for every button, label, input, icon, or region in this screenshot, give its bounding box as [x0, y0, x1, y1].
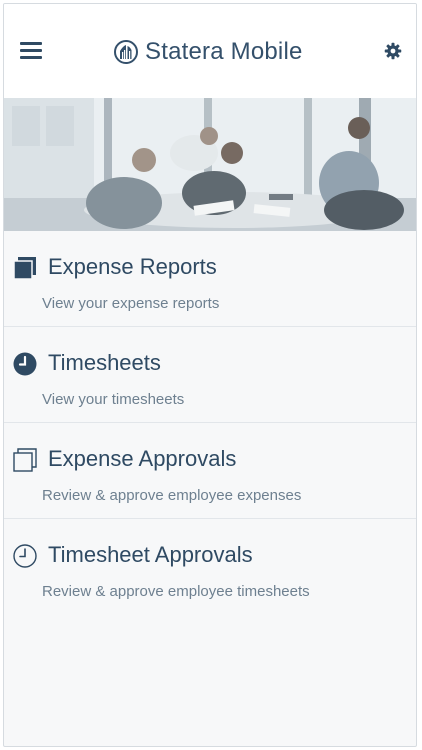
filled-clock-icon: [13, 352, 37, 376]
hamburger-menu-icon[interactable]: [20, 42, 42, 60]
gear-icon[interactable]: [384, 42, 402, 60]
menu-item-title: Timesheet Approvals: [48, 542, 253, 567]
app-header: Statera Mobile: [4, 4, 416, 99]
menu-item-timesheets[interactable]: Timesheets View your timesheets: [4, 327, 416, 423]
hero-banner-image: [4, 98, 416, 231]
menu-item-subtitle: View your timesheets: [42, 391, 185, 408]
main-menu: Expense Reports View your expense report…: [4, 231, 416, 614]
outline-clock-icon: [13, 544, 37, 568]
menu-item-expense-reports[interactable]: Expense Reports View your expense report…: [4, 231, 416, 327]
menu-item-title: Expense Reports: [48, 254, 217, 279]
menu-item-subtitle: Review & approve employee timesheets: [42, 583, 310, 600]
brand: Statera Mobile: [114, 35, 303, 69]
outline-stacked-squares-icon: [13, 448, 37, 472]
menu-item-timesheet-approvals[interactable]: Timesheet Approvals Review & approve emp…: [4, 519, 416, 614]
menu-item-subtitle: View your expense reports: [42, 295, 220, 312]
menu-item-subtitle: Review & approve employee expenses: [42, 487, 302, 504]
menu-item-title: Expense Approvals: [48, 446, 237, 471]
filled-stacked-squares-icon: [13, 257, 36, 280]
app-title: Statera Mobile: [145, 38, 303, 65]
statera-logo-icon: [114, 40, 138, 64]
app-frame: Statera Mobile Expense Reports View your…: [3, 3, 417, 747]
menu-item-expense-approvals[interactable]: Expense Approvals Review & approve emplo…: [4, 423, 416, 519]
office-meeting-photo: [4, 98, 416, 231]
menu-item-title: Timesheets: [48, 350, 161, 375]
